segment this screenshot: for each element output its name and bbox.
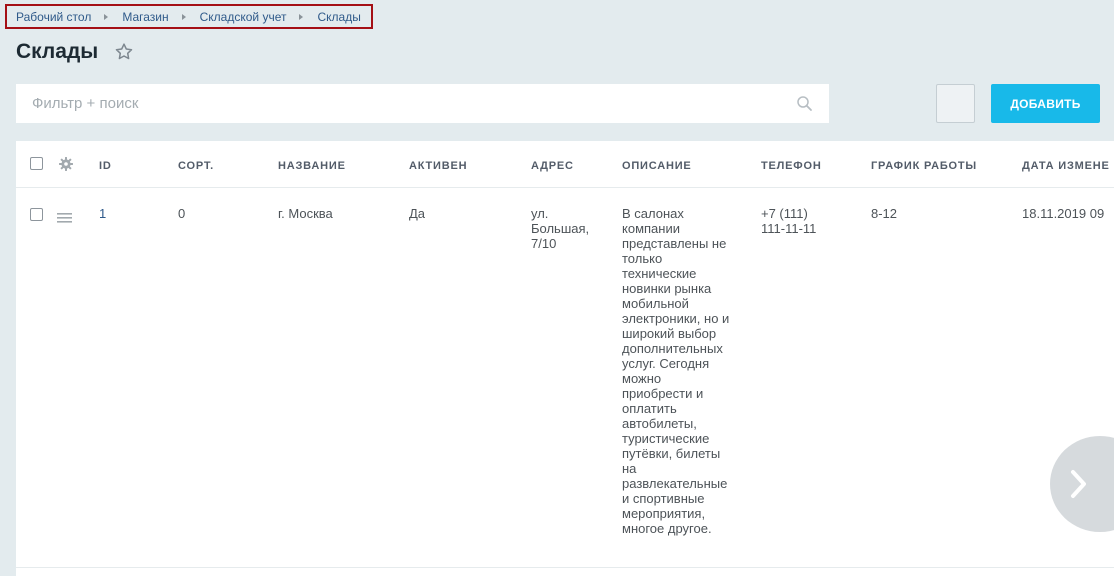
cell-phone: +7 (111) 111-11-11 <box>761 206 817 236</box>
table-header: ID СОРТ. НАЗВАНИЕ АКТИВЕН АДРЕС ОПИСАНИЕ… <box>16 141 1114 188</box>
breadcrumb-separator-icon <box>181 13 186 20</box>
column-header-modified[interactable]: ДАТА ИЗМЕНЕ <box>1022 160 1110 172</box>
gear-icon[interactable] <box>59 157 73 171</box>
search-icon[interactable] <box>796 95 813 112</box>
column-header-name[interactable]: НАЗВАНИЕ <box>278 160 346 172</box>
cell-schedule: 8-12 <box>871 206 898 221</box>
warehouse-table: ID СОРТ. НАЗВАНИЕ АКТИВЕН АДРЕС ОПИСАНИЕ… <box>16 141 1114 576</box>
star-icon[interactable] <box>114 42 134 62</box>
column-header-schedule[interactable]: ГРАФИК РАБОТЫ <box>871 160 977 172</box>
chevron-right-icon <box>1071 470 1086 498</box>
title-row: Склады <box>16 40 134 64</box>
cell-modified: 18.11.2019 09 <box>1022 206 1105 221</box>
breadcrumb-item-warehouses[interactable]: Склады <box>317 10 360 24</box>
column-header-sort[interactable]: СОРТ. <box>178 160 214 172</box>
filter-search-input[interactable] <box>16 84 776 123</box>
cell-active: Да <box>409 206 426 221</box>
breadcrumb-item-desktop[interactable]: Рабочий стол <box>16 10 91 24</box>
filter-search-box <box>16 84 829 123</box>
cell-address: ул. Большая, 7/10 <box>531 206 590 251</box>
breadcrumb-separator-icon <box>104 13 109 20</box>
cell-description: В салонах компании представлены не тольк… <box>622 206 730 536</box>
page-title: Склады <box>16 40 99 63</box>
column-header-active[interactable]: АКТИВЕН <box>409 160 467 172</box>
row-checkbox[interactable] <box>30 208 43 221</box>
cell-sort: 0 <box>178 206 186 221</box>
cell-name: г. Москва <box>278 206 333 221</box>
column-header-description[interactable]: ОПИСАНИЕ <box>622 160 692 172</box>
cell-id[interactable]: 1 <box>99 206 106 221</box>
column-header-id[interactable]: ID <box>99 160 112 172</box>
breadcrumb-item-inventory[interactable]: Складской учет <box>200 10 287 24</box>
drag-handle-icon[interactable] <box>57 210 73 223</box>
select-all-checkbox[interactable] <box>30 157 43 170</box>
column-header-address[interactable]: АДРЕС <box>531 160 574 172</box>
column-header-phone[interactable]: ТЕЛЕФОН <box>761 160 822 172</box>
table-row[interactable]: 1 0 г. Москва Да ул. Большая, 7/10 В сал… <box>16 188 1114 568</box>
breadcrumb-item-shop[interactable]: Магазин <box>122 10 168 24</box>
breadcrumb-separator-icon <box>299 13 304 20</box>
breadcrumb: Рабочий стол Магазин Складской учет Скла… <box>5 4 373 29</box>
view-settings-button[interactable] <box>936 84 975 123</box>
add-button[interactable]: ДОБАВИТЬ <box>991 84 1100 123</box>
